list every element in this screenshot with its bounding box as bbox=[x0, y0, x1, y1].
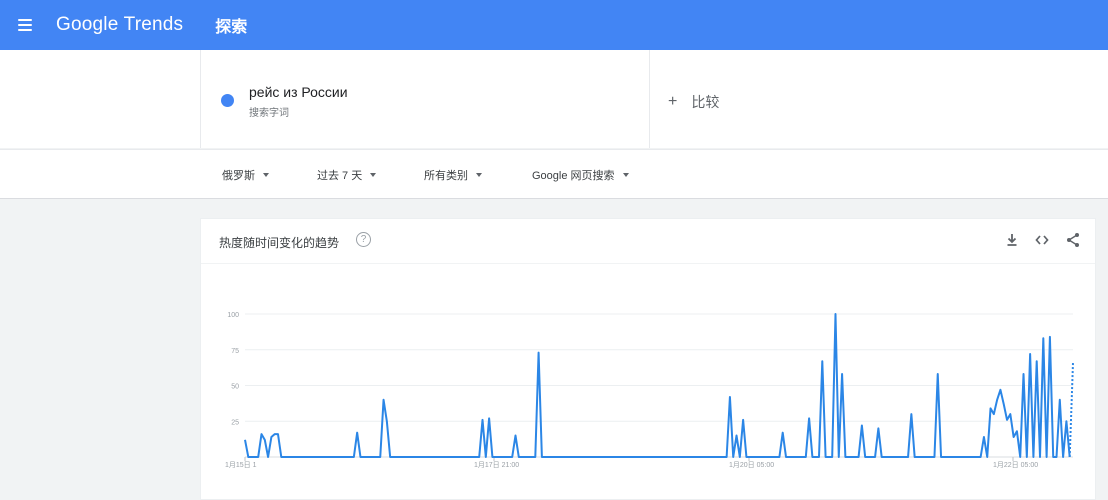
embed-icon[interactable] bbox=[1033, 231, 1051, 249]
category-label: 所有类别 bbox=[424, 170, 468, 182]
y-tick-label: 50 bbox=[231, 384, 239, 391]
region-dropdown[interactable]: 俄罗斯 bbox=[222, 167, 269, 183]
partial-data-segment bbox=[1068, 362, 1074, 458]
compare-label: 比较 bbox=[691, 94, 720, 110]
menu-icon[interactable] bbox=[18, 14, 40, 36]
plus-icon: + bbox=[668, 93, 678, 110]
region-label: 俄罗斯 bbox=[222, 170, 255, 182]
search-term-type: 搜索字词 bbox=[249, 108, 289, 119]
search-property-dropdown[interactable]: Google 网页搜索 bbox=[532, 167, 629, 183]
dropdown-caret-icon bbox=[263, 173, 269, 177]
dropdown-caret-icon bbox=[622, 173, 629, 177]
series-color-dot bbox=[221, 94, 234, 107]
search-property-label: Google 网页搜索 bbox=[532, 170, 615, 182]
compare-button[interactable]: + 比较 bbox=[668, 92, 719, 112]
dropdown-caret-icon bbox=[476, 173, 482, 177]
time-range-label: 过去 7 天 bbox=[317, 170, 363, 182]
search-term-text[interactable]: рейс из России bbox=[249, 84, 348, 100]
top-app-bar: Google Trends 探索 bbox=[0, 0, 1108, 50]
card-title: 热度随时间变化的趋势 bbox=[219, 236, 340, 250]
y-tick-label: 100 bbox=[227, 312, 239, 319]
search-term-card[interactable]: рейс из России 搜索字词 bbox=[200, 50, 650, 148]
card-divider bbox=[201, 263, 1095, 264]
time-range-dropdown[interactable]: 过去 7 天 bbox=[317, 167, 377, 183]
page-title: 探索 bbox=[215, 19, 248, 36]
x-tick-label: 1月17日 21:00 bbox=[474, 461, 519, 469]
share-icon[interactable] bbox=[1064, 231, 1082, 249]
y-tick-label: 75 bbox=[231, 348, 239, 355]
x-tick-label: 1月22日 05:00 bbox=[993, 461, 1038, 469]
y-tick-label: 25 bbox=[231, 419, 239, 426]
x-tick-label: 1月15日 1 bbox=[225, 461, 257, 469]
help-icon[interactable]: ? bbox=[356, 232, 371, 247]
app-logo[interactable]: Google Trends bbox=[56, 14, 183, 36]
category-dropdown[interactable]: 所有类别 bbox=[424, 167, 482, 183]
interest-over-time-card: 热度随时间变化的趋势 ? 100 75 50 25 1月15日 1 1月17日 21:00… bbox=[200, 218, 1096, 500]
filter-bar: 俄罗斯 过去 7 天 所有类别 Google 网页搜索 bbox=[0, 149, 1108, 199]
x-tick-label: 1月20日 05:00 bbox=[729, 461, 774, 469]
trend-line-chart: 100 75 50 25 1月15日 1 1月17日 21:00 1月20日 05:00 1月… bbox=[225, 312, 1074, 469]
download-icon[interactable] bbox=[1003, 231, 1021, 249]
dropdown-caret-icon bbox=[370, 173, 377, 177]
